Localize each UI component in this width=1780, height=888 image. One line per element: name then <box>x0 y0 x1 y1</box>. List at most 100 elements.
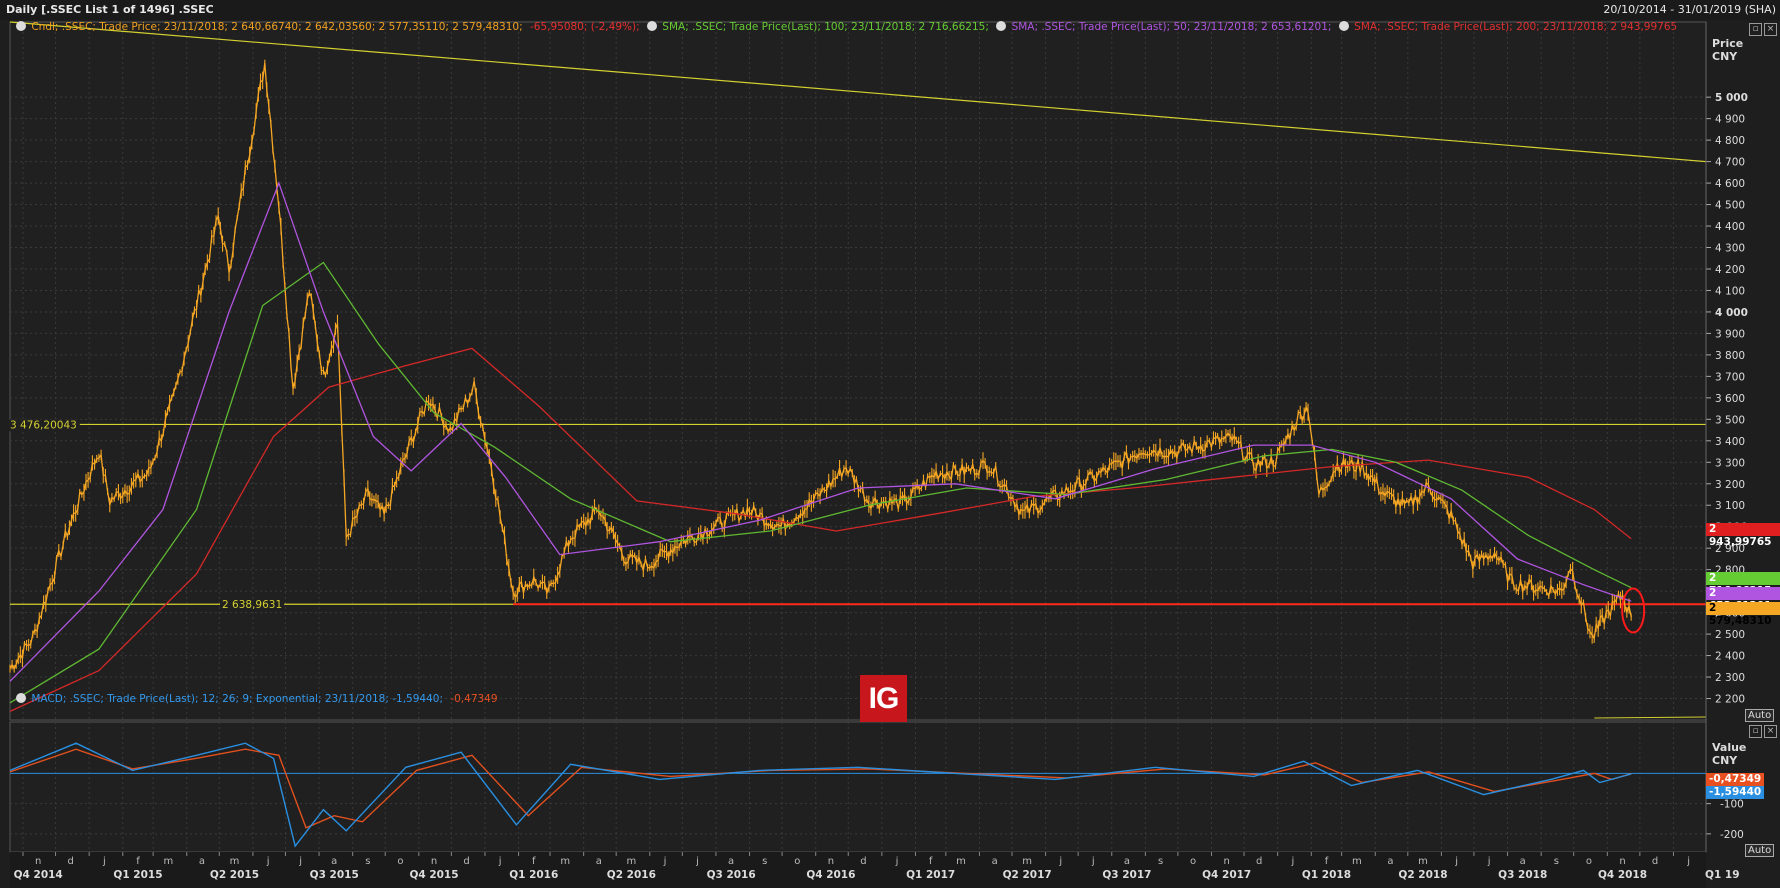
macd-pane <box>9 721 1707 853</box>
macd-axis-currency: CNY <box>1712 754 1738 767</box>
month-tick-label: a <box>1520 856 1526 867</box>
month-tick-label: a <box>199 856 205 867</box>
price-tick-label: 4 700 <box>1715 157 1745 169</box>
month-tick-label: m <box>560 856 570 867</box>
legend-change: -65,95080; (-2,49%); <box>529 21 640 33</box>
price-pane <box>9 21 1707 721</box>
maximize-pane-icon[interactable]: ▫ <box>1749 23 1762 36</box>
badge-sma50: 2 653,61201 <box>1706 587 1780 612</box>
quarter-tick-label: Q2 2018 <box>1398 869 1447 881</box>
level-label: 2 638,9631 <box>222 599 282 611</box>
time-axis-bg <box>10 852 1706 888</box>
month-tick-label: j <box>498 856 502 867</box>
month-tick-label: m <box>230 856 240 867</box>
month-tick-label: m <box>1418 856 1428 867</box>
month-tick-label: f <box>136 856 140 867</box>
maximize-pane-icon[interactable]: ▫ <box>1749 725 1762 738</box>
macd-axis-unit: Value <box>1712 741 1747 754</box>
month-tick-label: m <box>626 856 636 867</box>
month-tick-label: a <box>728 856 734 867</box>
price-tick-label: 3 600 <box>1715 393 1745 405</box>
price-tick-label: 3 300 <box>1715 457 1745 469</box>
quarter-tick-label: Q4 2014 <box>14 869 63 881</box>
price-tick-label: 4 400 <box>1715 221 1745 233</box>
legend-sma200[interactable]: SMA; .SSEC; Trade Price(Last); 200; 23/1… <box>1354 21 1677 33</box>
auto-scale-button[interactable]: Auto <box>1745 709 1775 722</box>
price-tick-label: 4 000 <box>1715 307 1748 319</box>
legend-signal: -0,47349 <box>450 693 498 705</box>
quarter-tick-label: Q3 2015 <box>310 869 359 881</box>
month-tick-label: f <box>929 856 933 867</box>
month-tick-label: s <box>365 856 370 867</box>
quarter-tick-label: Q3 2018 <box>1498 869 1547 881</box>
legend-candle[interactable]: Cndl; .SSEC; Trade Price; 23/11/2018; 2 … <box>31 21 522 33</box>
gear-icon[interactable] <box>646 21 657 31</box>
quarter-tick-label: Q2 2015 <box>210 869 259 881</box>
month-tick-label: s <box>1158 856 1163 867</box>
main-legend: Cndl; .SSEC; Trade Price; 23/11/2018; 2 … <box>16 21 1681 33</box>
badge-last-price: 2 579,48310 <box>1706 602 1780 627</box>
price-axis-title: Price CNY <box>1712 37 1743 63</box>
close-pane-icon[interactable]: × <box>1764 23 1777 36</box>
month-tick-label: j <box>895 856 899 867</box>
badge-signal: -0,47349 <box>1706 773 1765 786</box>
badge-sma100: 2 716,66215 <box>1706 572 1780 597</box>
month-tick-label: f <box>532 856 536 867</box>
price-tick-label: 4 900 <box>1715 114 1745 126</box>
gear-icon[interactable] <box>16 21 26 31</box>
legend-macd[interactable]: MACD; .SSEC; Trade Price(Last); 12; 26; … <box>31 693 443 705</box>
price-tick-label: 2 300 <box>1715 672 1745 684</box>
month-tick-label: a <box>331 856 337 867</box>
chart-title: Daily [.SSEC List 1 of 1496] .SSEC <box>6 3 214 16</box>
price-tick-label: 4 500 <box>1715 200 1745 212</box>
price-tick-label: 3 700 <box>1715 371 1745 383</box>
price-tick-label: 4 200 <box>1715 264 1745 276</box>
price-tick-label: 3 900 <box>1715 328 1745 340</box>
top-bar: Daily [.SSEC List 1 of 1496] .SSEC 20/10… <box>0 0 1780 20</box>
month-tick-label: j <box>1290 856 1294 867</box>
quarter-tick-label: Q4 2017 <box>1202 869 1251 881</box>
month-tick-label: m <box>956 856 966 867</box>
quarter-tick-label: Q4 2015 <box>409 869 458 881</box>
gear-icon[interactable] <box>16 693 26 703</box>
price-tick-label: 4 800 <box>1715 135 1745 147</box>
level-label: 3 476,20043 <box>10 419 77 431</box>
month-tick-label: a <box>1124 856 1130 867</box>
close-pane-icon[interactable]: × <box>1764 725 1777 738</box>
price-tick-label: 5 000 <box>1715 92 1748 104</box>
month-tick-label: j <box>1454 856 1458 867</box>
gear-icon[interactable] <box>1338 21 1349 31</box>
quarter-tick-label: Q1 2015 <box>113 869 162 881</box>
month-tick-label: m <box>1022 856 1032 867</box>
month-tick-label: j <box>1058 856 1062 867</box>
quarter-tick-label: Q4 2018 <box>1598 869 1647 881</box>
month-tick-label: a <box>992 856 998 867</box>
price-tick-label: 4 300 <box>1715 243 1745 255</box>
legend-sma100[interactable]: SMA; .SSEC; Trade Price(Last); 100; 23/1… <box>662 21 989 33</box>
month-tick-label: j <box>266 856 270 867</box>
month-tick-label: s <box>1554 856 1559 867</box>
quarter-tick-label: Q3 2016 <box>707 869 756 881</box>
month-tick-label: s <box>762 856 767 867</box>
macd-tick-label: -200 <box>1720 829 1744 841</box>
quarter-tick-label: Q1 2018 <box>1302 869 1351 881</box>
quarter-tick-label: Q1 2016 <box>509 869 558 881</box>
price-tick-label: 3 200 <box>1715 479 1745 491</box>
month-tick-label: d <box>463 856 469 867</box>
gear-icon[interactable] <box>996 21 1007 31</box>
month-tick-label: o <box>1586 856 1592 867</box>
quarter-tick-label: Q4 2016 <box>806 869 855 881</box>
macd-axis-title: Value CNY <box>1712 741 1746 767</box>
month-tick-label: d <box>860 856 866 867</box>
badge-sma200: 2 943,99765 <box>1706 523 1780 548</box>
price-tick-label: 2 400 <box>1715 651 1745 663</box>
legend-sma50[interactable]: SMA; .SSEC; Trade Price(Last); 50; 23/11… <box>1012 21 1332 33</box>
price-chart[interactable]: ndjfmamjjasondjfmamjjasondjfmamjjasondjf… <box>0 20 1780 888</box>
auto-scale-button-macd[interactable]: Auto <box>1745 844 1775 857</box>
month-tick-label: n <box>1224 856 1230 867</box>
month-tick-label: o <box>1190 856 1196 867</box>
price-tick-label: 2 500 <box>1715 629 1745 641</box>
price-tick-label: 3 500 <box>1715 414 1745 426</box>
price-axis-currency: CNY <box>1712 50 1738 63</box>
price-tick-label: 3 800 <box>1715 350 1745 362</box>
